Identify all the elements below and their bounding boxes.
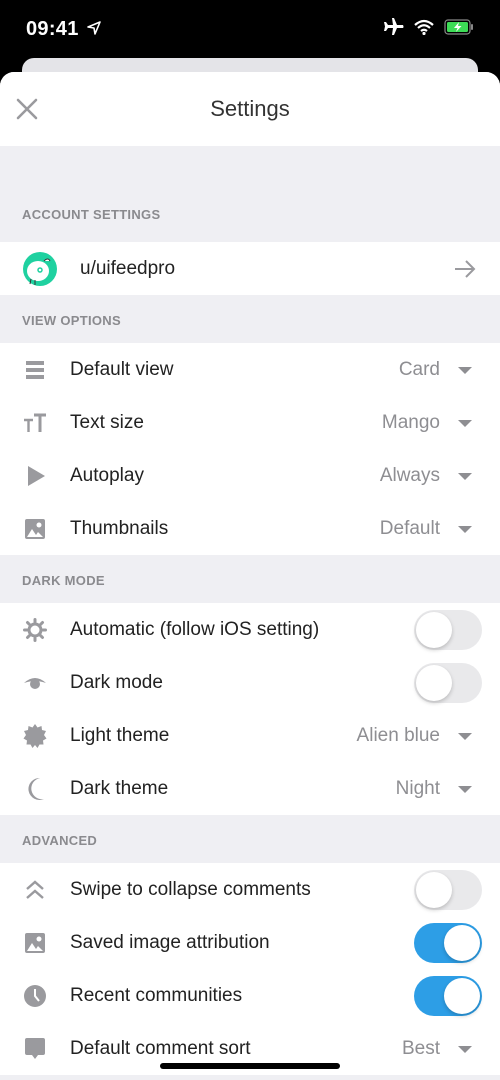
recent-communities-toggle[interactable]	[414, 975, 482, 1016]
image-icon	[22, 930, 48, 956]
badge-icon	[22, 723, 48, 749]
location-arrow-icon	[87, 21, 101, 35]
chevron-down-icon[interactable]	[458, 419, 472, 427]
dark-mode-row: Dark mode	[0, 656, 500, 709]
light-theme-row[interactable]: Light theme Alien blue	[0, 709, 500, 762]
clock-icon	[22, 983, 48, 1009]
nav-bar: Settings	[0, 72, 500, 146]
sun-icon	[22, 617, 48, 643]
recent-communities-row: Recent communities	[0, 969, 500, 1022]
section-heading-view-options: VIEW OPTIONS	[22, 313, 121, 328]
chevron-down-icon[interactable]	[458, 732, 472, 740]
page-title: Settings	[210, 96, 290, 121]
section-heading-account: ACCOUNT SETTINGS	[22, 207, 161, 222]
comment-icon	[22, 1036, 48, 1062]
battery-charging-icon	[444, 19, 473, 35]
automatic-dark-mode-row: Automatic (follow iOS setting)	[0, 603, 500, 656]
home-indicator[interactable]	[160, 1063, 340, 1069]
saved-image-attribution-label: Saved image attribution	[70, 931, 270, 953]
text-size-row[interactable]: Text size Mango	[0, 396, 500, 449]
arrow-right-icon	[455, 259, 476, 278]
dark-mode-toggle[interactable]	[414, 662, 482, 703]
recent-communities-label: Recent communities	[70, 984, 243, 1006]
chevron-down-icon[interactable]	[458, 1045, 472, 1053]
section-heading-dark-mode: DARK MODE	[22, 573, 105, 588]
default-view-row[interactable]: Default view Card	[0, 343, 500, 396]
chevron-down-icon[interactable]	[458, 785, 472, 793]
moon-icon	[22, 776, 48, 802]
status-time: 09:41	[26, 18, 79, 40]
default-comment-sort-label: Default comment sort	[70, 1037, 251, 1059]
default-view-value[interactable]: Card	[399, 359, 440, 381]
text-size-label: Text size	[70, 411, 144, 433]
account-username: u/uifeedpro	[80, 257, 176, 279]
text-size-value[interactable]: Mango	[382, 412, 440, 434]
default-comment-sort-value[interactable]: Best	[402, 1038, 440, 1060]
avatar	[22, 251, 58, 287]
autoplay-row[interactable]: Autoplay Always	[0, 449, 500, 502]
wifi-icon	[414, 19, 434, 35]
thumbnails-label: Thumbnails	[70, 517, 169, 539]
text-size-icon	[22, 410, 48, 436]
saved-image-attribution-toggle[interactable]	[414, 922, 482, 963]
saved-image-attribution-row: Saved image attribution	[0, 916, 500, 969]
autoplay-value[interactable]: Always	[380, 465, 440, 487]
autoplay-label: Autoplay	[70, 464, 144, 486]
default-view-label: Default view	[70, 358, 174, 380]
chevron-down-icon[interactable]	[458, 366, 472, 374]
thumbnails-value[interactable]: Default	[380, 518, 440, 540]
thumbnails-row[interactable]: Thumbnails Default	[0, 502, 500, 555]
swipe-collapse-row: Swipe to collapse comments	[0, 863, 500, 916]
toggle-knob	[416, 664, 452, 701]
automatic-dark-mode-toggle[interactable]	[414, 609, 482, 650]
image-icon	[22, 516, 48, 542]
toggle-knob	[416, 611, 452, 648]
chevron-down-icon[interactable]	[458, 472, 472, 480]
account-row[interactable]: u/uifeedpro	[0, 242, 500, 295]
dark-mode-label: Dark mode	[70, 671, 163, 693]
light-theme-value[interactable]: Alien blue	[357, 725, 440, 747]
section-heading-advanced: ADVANCED	[22, 833, 98, 848]
dark-theme-value[interactable]: Night	[396, 778, 440, 800]
airplane-icon	[384, 18, 404, 35]
settings-sheet: Settings ACCOUNT SETTINGS u/uifeedpro VI…	[0, 72, 500, 1080]
chevron-down-icon[interactable]	[458, 525, 472, 533]
dark-theme-label: Dark theme	[70, 777, 169, 799]
automatic-dark-mode-label: Automatic (follow iOS setting)	[70, 618, 320, 640]
list-icon	[22, 357, 48, 383]
status-bar: 09:41	[0, 0, 500, 62]
toggle-knob	[444, 977, 480, 1014]
eye-icon	[22, 670, 48, 696]
swipe-collapse-toggle[interactable]	[414, 869, 482, 910]
double-chevron-up-icon	[22, 877, 48, 903]
toggle-knob	[416, 871, 452, 908]
light-theme-label: Light theme	[70, 724, 170, 746]
toggle-knob	[444, 924, 480, 961]
swipe-collapse-label: Swipe to collapse comments	[70, 878, 311, 900]
dark-theme-row[interactable]: Dark theme Night	[0, 762, 500, 815]
play-icon	[22, 463, 48, 489]
